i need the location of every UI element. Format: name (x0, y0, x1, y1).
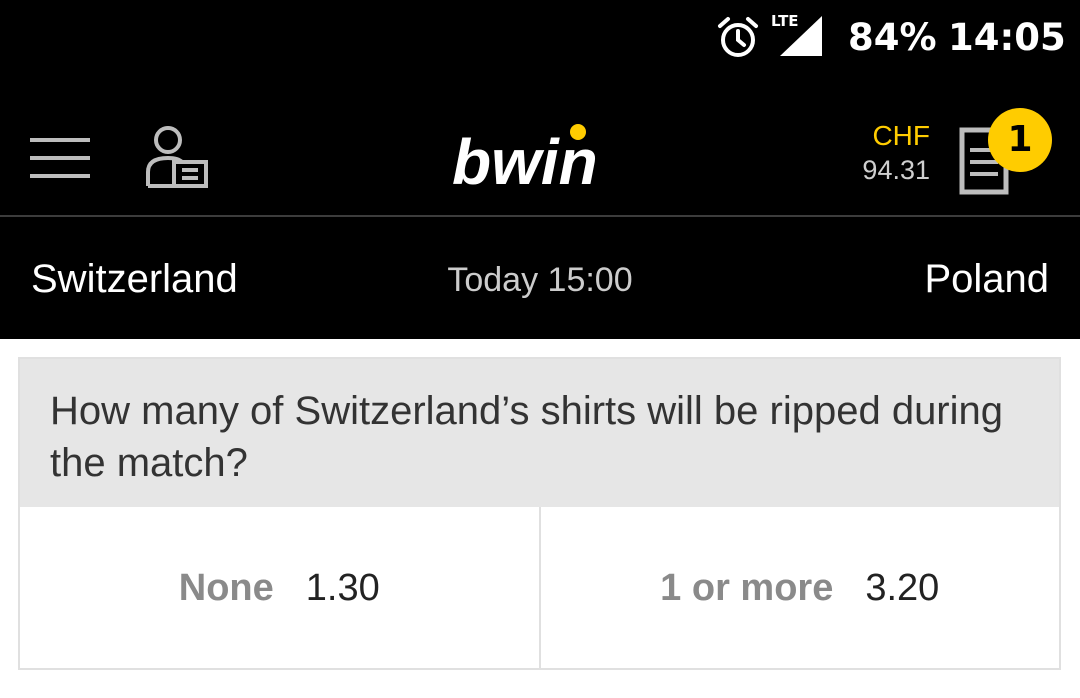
betting-market: How many of Switzerland’s shirts will be… (18, 357, 1061, 670)
hamburger-menu-icon[interactable] (30, 136, 90, 180)
balance-amount: 94.31 (862, 155, 930, 185)
bwin-logo[interactable]: bwin (450, 118, 630, 198)
option-label: 1 or more (660, 567, 834, 609)
option-odds: 1.30 (305, 567, 380, 609)
status-bar: LTE 84% 14:05 (0, 0, 1080, 78)
option-none-button[interactable]: None 1.30 (20, 507, 539, 670)
kickoff-time: Today 15:00 (447, 261, 633, 299)
clock-time: 14:05 (948, 16, 1066, 59)
account-icon[interactable] (144, 124, 210, 190)
market-options: None 1.30 1 or more 3.20 (20, 507, 1059, 670)
option-odds: 3.20 (865, 567, 940, 609)
battery-level: 84% (848, 16, 937, 59)
alarm-clock-icon (718, 17, 758, 57)
balance-currency: CHF (872, 120, 930, 151)
market-question: How many of Switzerland’s shirts will be… (20, 359, 1059, 507)
option-label: None (178, 567, 274, 609)
away-team: Poland (924, 257, 1049, 301)
lte-signal-icon (780, 16, 822, 56)
match-header: Switzerland Today 15:00 Poland (0, 217, 1080, 339)
app-header: bwin CHF 94.31 1 (0, 78, 1080, 217)
account-balance[interactable]: CHF 94.31 (862, 120, 930, 188)
betslip-count-badge[interactable]: 1 (988, 108, 1052, 172)
option-one-or-more-button[interactable]: 1 or more 3.20 (538, 507, 1060, 670)
